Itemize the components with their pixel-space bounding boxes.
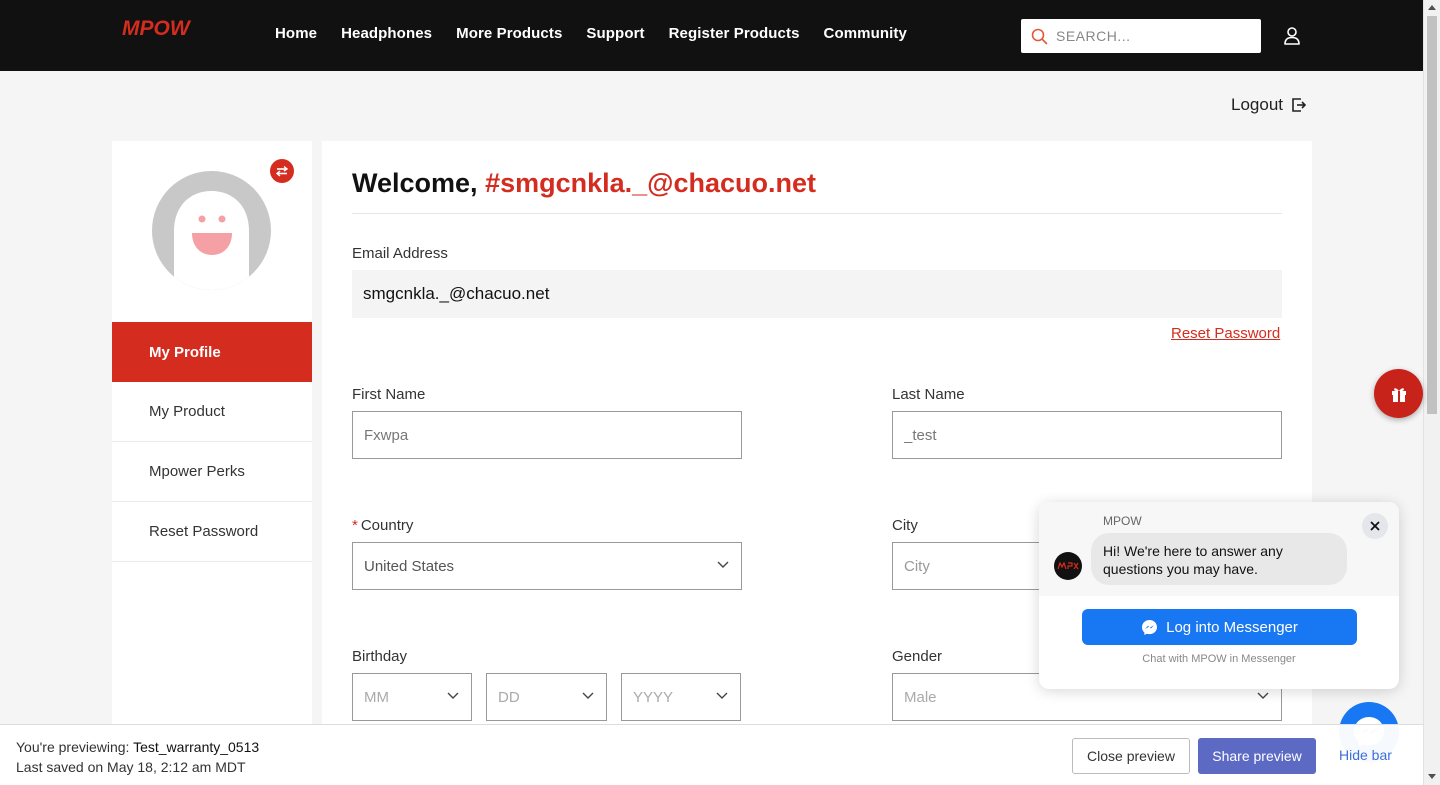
gender-label: Gender — [892, 648, 943, 665]
avatar-ghost-icon — [174, 191, 249, 290]
sidebar-menu: My Profile My Product Mpower Perks Reset… — [112, 322, 312, 562]
hide-bar-link[interactable]: Hide bar — [1339, 747, 1392, 763]
preview-last-saved: Last saved on May 18, 2:12 am MDT — [16, 759, 246, 775]
birth-year-select[interactable]: YYYY — [621, 673, 741, 721]
email-field: smgcnkla._@chacuo.net — [352, 270, 1282, 318]
chevron-down-icon — [582, 692, 594, 699]
change-avatar-button[interactable] — [270, 159, 294, 183]
mpow-logo[interactable]: MPOW — [122, 17, 222, 39]
first-name-label: First Name — [352, 386, 426, 403]
top-navigation-bar: MPOW Home Headphones More Products Suppo… — [0, 0, 1423, 71]
welcome-username: #smgcnkla._@chacuo.net — [485, 168, 817, 198]
birth-month-placeholder: MM — [364, 688, 389, 706]
logo-text: MPOW — [122, 17, 192, 39]
chevron-down-icon — [716, 692, 728, 699]
reset-password-link[interactable]: Reset Password — [1171, 325, 1280, 342]
search-input[interactable] — [1056, 28, 1246, 44]
swap-icon — [275, 165, 289, 177]
page-scrollbar[interactable] — [1423, 0, 1440, 785]
chevron-down-icon — [717, 561, 729, 568]
mpow-mini-logo — [1057, 562, 1079, 570]
rewards-gift-button[interactable] — [1374, 369, 1423, 418]
logout-label: Logout — [1231, 95, 1283, 114]
nav-headphones[interactable]: Headphones — [341, 25, 432, 42]
scroll-down-arrow-icon[interactable] — [1428, 774, 1436, 779]
messenger-subtext: Chat with MPOW in Messenger — [1142, 653, 1296, 665]
country-value: United States — [364, 557, 455, 575]
logout-link[interactable]: Logout — [1231, 95, 1307, 115]
preview-theme-line: You're previewing: Test_warranty_0513 — [16, 737, 259, 757]
search-box[interactable] — [1021, 19, 1261, 53]
log-into-messenger-label: Log into Messenger — [1166, 618, 1298, 636]
heading-divider — [352, 213, 1282, 214]
chevron-down-icon — [1257, 692, 1269, 699]
gift-icon — [1391, 387, 1406, 402]
theme-preview-bar: You're previewing: Test_warranty_0513 La… — [0, 724, 1423, 785]
user-account-icon[interactable] — [1282, 26, 1302, 46]
preview-theme-name: Test_warranty_0513 — [133, 739, 260, 755]
last-name-label: Last Name — [892, 386, 965, 403]
preview-prefix: You're previewing: — [16, 739, 130, 755]
first-name-field[interactable] — [352, 411, 742, 459]
share-preview-button[interactable]: Share preview — [1198, 738, 1316, 774]
scroll-thumb[interactable] — [1427, 16, 1437, 414]
country-label-text: Country — [360, 517, 414, 534]
nav-register-products[interactable]: Register Products — [669, 25, 800, 42]
messenger-icon — [1142, 619, 1158, 635]
last-name-field[interactable] — [892, 411, 1282, 459]
country-label: * Country — [352, 517, 413, 534]
log-into-messenger-button[interactable]: Log into Messenger — [1082, 609, 1357, 645]
close-preview-button[interactable]: Close preview — [1072, 738, 1190, 774]
email-label: Email Address — [352, 245, 448, 262]
welcome-heading: Welcome, #smgcnkla._@chacuo.net — [352, 168, 816, 199]
birth-year-placeholder: YYYY — [633, 688, 674, 706]
required-asterisk: * — [352, 517, 358, 534]
logout-icon — [1292, 98, 1307, 112]
sidebar-item-my-product[interactable]: My Product — [112, 382, 312, 442]
country-select[interactable]: United States — [352, 542, 742, 590]
sidebar-item-mpower-perks[interactable]: Mpower Perks — [112, 442, 312, 502]
birthday-label: Birthday — [352, 648, 408, 665]
close-icon — [1370, 521, 1380, 531]
messenger-page-name: MPOW — [1103, 514, 1142, 528]
nav-support[interactable]: Support — [586, 25, 644, 42]
chevron-down-icon — [447, 692, 459, 699]
last-name-input[interactable] — [904, 426, 1244, 444]
nav-more-products[interactable]: More Products — [456, 25, 562, 42]
messenger-close-button[interactable] — [1362, 513, 1388, 539]
nav-home[interactable]: Home — [275, 25, 317, 42]
scroll-up-arrow-icon[interactable] — [1428, 5, 1436, 10]
main-nav: Home Headphones More Products Support Re… — [275, 25, 907, 42]
mpow-chat-avatar — [1054, 552, 1082, 580]
profile-sidebar: My Profile My Product Mpower Perks Reset… — [112, 141, 312, 741]
first-name-input[interactable] — [364, 426, 704, 444]
nav-community[interactable]: Community — [824, 25, 907, 42]
messenger-chat-popup: MPOW Hi! We're here to answer any questi… — [1039, 502, 1399, 689]
avatar[interactable] — [152, 171, 271, 290]
birth-month-select[interactable]: MM — [352, 673, 472, 721]
gender-value: Male — [904, 688, 937, 706]
sidebar-item-my-profile[interactable]: My Profile — [112, 322, 312, 382]
birth-day-placeholder: DD — [498, 688, 520, 706]
messenger-greeting: Hi! We're here to answer any questions y… — [1091, 533, 1347, 585]
sidebar-item-reset-password[interactable]: Reset Password — [112, 502, 312, 562]
birth-day-select[interactable]: DD — [486, 673, 607, 721]
welcome-prefix: Welcome, — [352, 168, 478, 198]
preview-info: You're previewing: Test_warranty_0513 La… — [16, 737, 259, 777]
search-icon — [1031, 28, 1048, 44]
city-label: City — [892, 517, 918, 534]
